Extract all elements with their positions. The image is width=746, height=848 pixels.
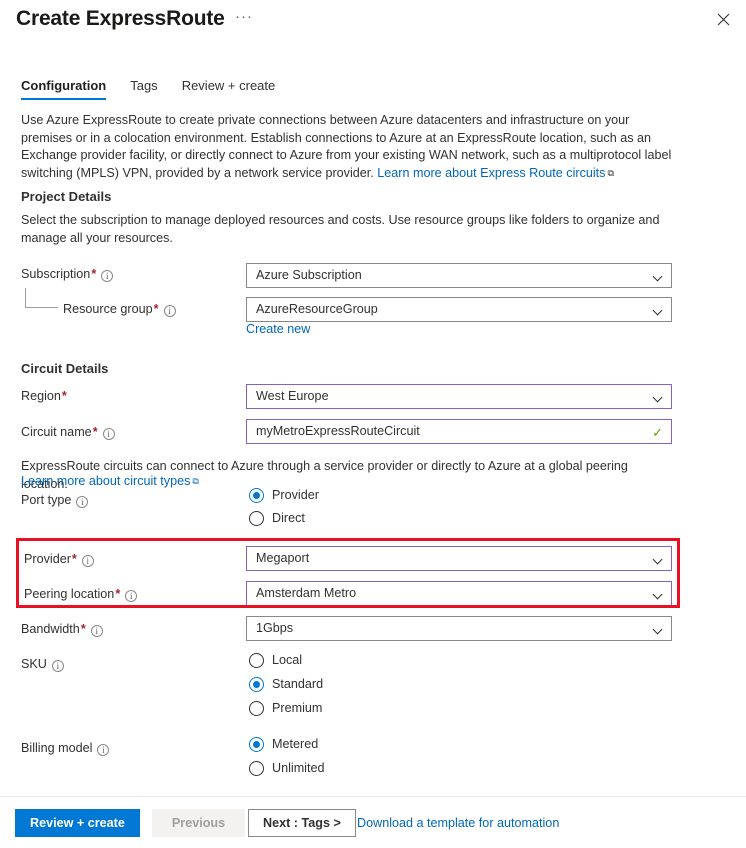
bandwidth-label: Bandwidth* i	[21, 622, 103, 637]
required-asterisk: *	[92, 425, 98, 439]
region-dropdown[interactable]: West Europe	[246, 384, 672, 409]
project-details-heading: Project Details	[21, 189, 112, 204]
chevron-down-icon	[654, 394, 663, 399]
chevron-down-icon	[654, 626, 663, 631]
peering-location-dropdown[interactable]: Amsterdam Metro	[246, 581, 672, 606]
sku-label: SKU i	[21, 657, 64, 672]
external-link-icon: ⧉	[607, 167, 614, 178]
provider-value: Megaport	[256, 551, 310, 565]
required-asterisk: *	[61, 389, 67, 403]
external-link-icon: ⧉	[192, 476, 199, 486]
required-asterisk: *	[153, 302, 159, 316]
port-type-label: Port type i	[21, 493, 89, 508]
region-value: West Europe	[256, 389, 329, 403]
review-create-button[interactable]: Review + create	[15, 809, 140, 837]
radio-indicator	[249, 761, 264, 776]
form-footer: Review + create Previous Next : Tags > D…	[0, 796, 746, 848]
provider-dropdown[interactable]: Megaport	[246, 546, 672, 571]
check-icon: ✓	[652, 425, 663, 440]
chevron-down-icon	[654, 273, 663, 278]
chevron-down-icon	[654, 591, 663, 596]
resource-group-label: Resource group* i	[63, 302, 176, 317]
chevron-down-icon	[654, 307, 663, 312]
circuit-name-label-text: Circuit name	[21, 425, 92, 439]
bandwidth-label-text: Bandwidth	[21, 622, 80, 636]
info-icon[interactable]: i	[81, 555, 94, 567]
radio-indicator	[249, 701, 264, 716]
port-type-provider-label: Provider	[272, 488, 319, 502]
resource-group-label-text: Resource group	[63, 302, 153, 316]
subscription-value: Azure Subscription	[256, 268, 362, 282]
region-label-text: Region	[21, 389, 61, 403]
provider-label-text: Provider	[24, 552, 71, 566]
learn-more-circuit-types-text: Learn more about circuit types	[21, 474, 191, 488]
resource-group-tree-connector	[25, 288, 58, 308]
provider-label: Provider* i	[24, 552, 94, 567]
learn-more-circuit-types-link[interactable]: Learn more about circuit types ⧉	[21, 474, 199, 488]
port-type-label-text: Port type	[21, 493, 72, 507]
bandwidth-value: 1Gbps	[256, 621, 294, 635]
circuit-name-input[interactable]: myMetroExpressRouteCircuit ✓	[246, 419, 672, 444]
info-icon[interactable]: i	[102, 428, 115, 440]
sku-premium-label: Premium	[272, 701, 323, 715]
resource-group-dropdown[interactable]: AzureResourceGroup	[246, 297, 672, 322]
peering-location-label-text: Peering location	[24, 587, 115, 601]
required-asterisk: *	[115, 587, 121, 601]
intro-description: Use Azure ExpressRoute to create private…	[21, 112, 681, 183]
required-asterisk: *	[71, 552, 77, 566]
previous-button: Previous	[152, 809, 245, 837]
port-type-direct-label: Direct	[272, 511, 305, 525]
sku-label-text: SKU	[21, 657, 47, 671]
chevron-down-icon	[654, 556, 663, 561]
peering-location-label: Peering location* i	[24, 587, 138, 602]
sku-standard-label: Standard	[272, 677, 324, 691]
billing-model-label-text: Billing model	[21, 741, 93, 755]
billing-metered-label: Metered	[272, 737, 319, 751]
circuit-name-label: Circuit name* i	[21, 425, 115, 440]
billing-unlimited-label: Unlimited	[272, 761, 325, 775]
form-content: Use Azure ExpressRoute to create private…	[0, 0, 746, 848]
info-icon[interactable]: i	[163, 305, 176, 317]
learn-more-express-route-link[interactable]: Learn more about Express Route circuits	[377, 166, 605, 180]
region-label: Region*	[21, 389, 67, 403]
required-asterisk: *	[80, 622, 86, 636]
circuit-name-value: myMetroExpressRouteCircuit	[256, 424, 420, 438]
circuit-details-heading: Circuit Details	[21, 361, 109, 376]
info-icon[interactable]: i	[97, 744, 110, 756]
radio-indicator	[249, 737, 264, 752]
radio-indicator	[249, 488, 264, 503]
create-new-resource-group-link[interactable]: Create new	[246, 322, 310, 336]
required-asterisk: *	[91, 267, 97, 281]
sku-local-label: Local	[272, 653, 303, 667]
info-icon[interactable]: i	[76, 496, 89, 508]
info-icon[interactable]: i	[125, 590, 138, 602]
subscription-label: Subscription* i	[21, 267, 114, 282]
project-details-description: Select the subscription to manage deploy…	[21, 213, 660, 245]
download-template-link[interactable]: Download a template for automation	[357, 809, 559, 837]
resource-group-value: AzureResourceGroup	[256, 302, 378, 316]
info-icon[interactable]: i	[101, 270, 114, 282]
billing-model-label: Billing model i	[21, 741, 110, 756]
subscription-dropdown[interactable]: Azure Subscription	[246, 263, 672, 288]
radio-indicator	[249, 677, 264, 692]
peering-location-value: Amsterdam Metro	[256, 586, 357, 600]
info-icon[interactable]: i	[51, 660, 64, 672]
radio-indicator	[249, 653, 264, 668]
radio-indicator	[249, 511, 264, 526]
next-tags-button[interactable]: Next : Tags >	[248, 809, 356, 837]
info-icon[interactable]: i	[90, 625, 103, 637]
subscription-label-text: Subscription	[21, 267, 91, 281]
bandwidth-dropdown[interactable]: 1Gbps	[246, 616, 672, 641]
